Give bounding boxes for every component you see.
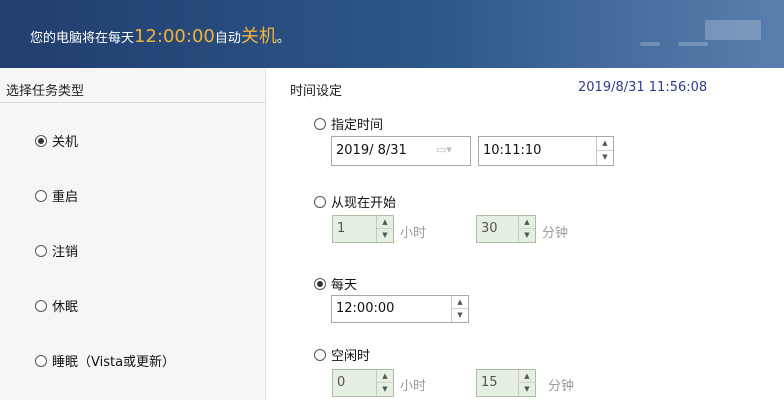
radio-label: 重启 — [52, 190, 79, 205]
radio-sleep[interactable]: 睡眠（Vista或更新） — [35, 351, 175, 370]
specified-time-field[interactable]: 10:11:10 ▲ ▼ — [478, 136, 614, 166]
spin-up-icon[interactable]: ▲ — [377, 216, 393, 229]
radio-label: 休眠 — [52, 300, 79, 315]
radio-label: 关机 — [52, 135, 79, 150]
radio-indicator — [35, 299, 47, 312]
blurred-mark — [678, 42, 708, 46]
minutes-value: 30 — [481, 221, 498, 236]
banner-message: 您的电脑将在每天12:00:00自动关机。 — [30, 22, 290, 48]
hours-value: 0 — [337, 375, 346, 390]
radio-label: 每天 — [331, 278, 358, 293]
spin-up-icon[interactable]: ▲ — [452, 296, 468, 309]
spin-down-icon[interactable]: ▼ — [377, 229, 393, 242]
spin-up-icon[interactable]: ▲ — [519, 216, 535, 229]
minutes-spinner[interactable]: ▲ ▼ — [518, 370, 535, 396]
radio-indicator — [314, 277, 326, 290]
time-spinner[interactable]: ▲ ▼ — [596, 137, 613, 165]
banner-suffix: 。 — [276, 31, 290, 46]
radio-specified-time[interactable]: 指定时间 — [314, 114, 383, 133]
radio-indicator — [35, 134, 47, 147]
idle-minutes-stepper[interactable]: 15 ▲ ▼ — [476, 369, 536, 397]
radio-daily[interactable]: 每天 — [314, 274, 357, 293]
from-now-hours-stepper[interactable]: 1 ▲ ▼ — [332, 215, 394, 243]
banner-time: 12:00:00 — [134, 26, 215, 47]
daily-time-field[interactable]: 12:00:00 ▲ ▼ — [331, 295, 469, 323]
blurred-mark — [640, 42, 660, 46]
task-type-header: 选择任务类型 — [6, 84, 85, 99]
radio-label: 注销 — [52, 245, 79, 260]
minutes-spinner[interactable]: ▲ ▼ — [518, 216, 535, 242]
time-settings-header: 时间设定 — [290, 84, 343, 99]
spin-up-icon[interactable]: ▲ — [519, 370, 535, 383]
banner-middle: 自动 — [214, 31, 241, 46]
window-controls-blurred — [705, 20, 761, 40]
time-spinner[interactable]: ▲ ▼ — [451, 296, 468, 322]
radio-hibernate[interactable]: 休眠 — [35, 296, 78, 315]
radio-label: 睡眠（Vista或更新） — [52, 355, 176, 370]
minutes-value: 15 — [481, 375, 498, 390]
radio-indicator — [35, 354, 47, 367]
spin-down-icon[interactable]: ▼ — [519, 383, 535, 396]
radio-label: 指定时间 — [331, 118, 384, 133]
spin-up-icon[interactable]: ▲ — [377, 370, 393, 383]
radio-indicator — [314, 195, 326, 208]
hours-spinner[interactable]: ▲ ▼ — [376, 216, 393, 242]
radio-from-now[interactable]: 从现在开始 — [314, 192, 396, 211]
spin-down-icon[interactable]: ▼ — [377, 383, 393, 396]
radio-idle[interactable]: 空闲时 — [314, 345, 370, 364]
radio-restart[interactable]: 重启 — [35, 186, 78, 205]
banner-prefix: 您的电脑将在每天 — [30, 31, 135, 46]
banner-action: 关机 — [240, 26, 277, 47]
radio-logoff[interactable]: 注销 — [35, 241, 78, 260]
from-now-minutes-stepper[interactable]: 30 ▲ ▼ — [476, 215, 536, 243]
hours-unit: 小时 — [400, 226, 427, 241]
radio-indicator — [35, 244, 47, 257]
spin-up-icon[interactable]: ▲ — [597, 137, 613, 151]
radio-label: 空闲时 — [331, 349, 371, 364]
current-datetime: 2019/8/31 11:56:08 — [578, 80, 708, 95]
radio-indicator — [314, 348, 326, 361]
date-picker[interactable]: 2019/ 8/31 ▭▾ — [331, 136, 471, 166]
panel-divider — [265, 68, 266, 400]
hours-unit: 小时 — [400, 379, 427, 394]
header-divider — [0, 102, 265, 103]
radio-shutdown[interactable]: 关机 — [35, 131, 78, 150]
calendar-dropdown-icon[interactable]: ▭▾ — [436, 143, 452, 156]
time-value: 10:11:10 — [483, 143, 542, 158]
spin-down-icon[interactable]: ▼ — [519, 229, 535, 242]
spin-down-icon[interactable]: ▼ — [597, 151, 613, 165]
radio-indicator — [35, 189, 47, 202]
spin-down-icon[interactable]: ▼ — [452, 309, 468, 322]
date-value: 2019/ 8/31 — [336, 143, 407, 158]
hours-spinner[interactable]: ▲ ▼ — [376, 370, 393, 396]
minutes-unit: 分钟 — [542, 226, 569, 241]
time-value: 12:00:00 — [336, 301, 395, 316]
radio-indicator — [314, 117, 326, 130]
banner: 您的电脑将在每天12:00:00自动关机。 — [0, 0, 784, 68]
hours-value: 1 — [337, 221, 346, 236]
minutes-unit: 分钟 — [548, 379, 575, 394]
radio-label: 从现在开始 — [331, 196, 397, 211]
idle-hours-stepper[interactable]: 0 ▲ ▼ — [332, 369, 394, 397]
